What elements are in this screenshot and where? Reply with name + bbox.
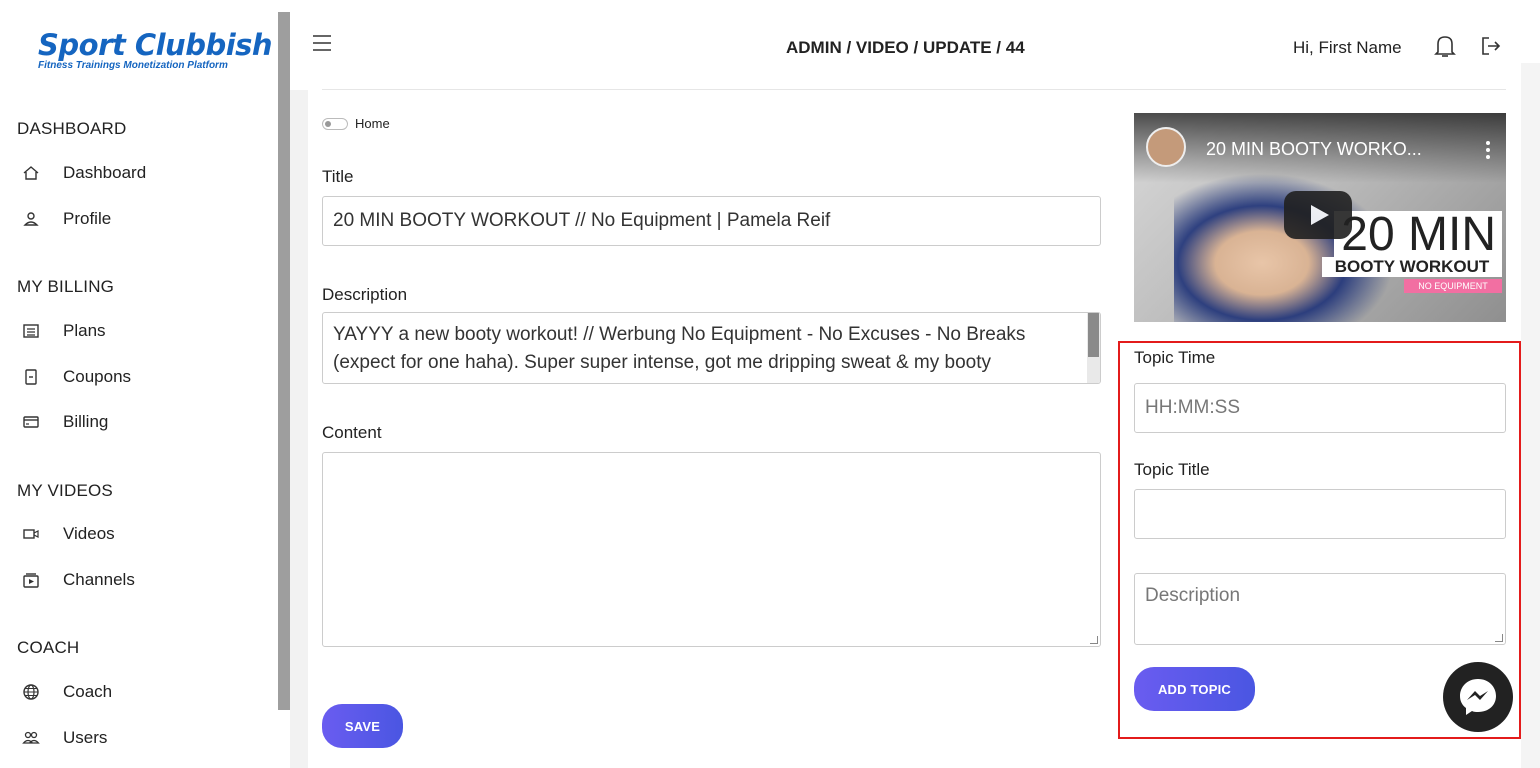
page-scrollbar[interactable] [1521, 63, 1540, 768]
home-toggle-label: Home [355, 116, 390, 131]
globe-icon [23, 684, 39, 700]
bell-icon[interactable] [1434, 33, 1456, 59]
section-billing: MY BILLING [17, 277, 115, 296]
logout-icon[interactable] [1480, 35, 1502, 57]
title-input[interactable]: 20 MIN BOOTY WORKOUT // No Equipment | P… [322, 196, 1101, 246]
video-player[interactable]: 20 MIN BOOTY WORKO... 20 MIN BOOTY WORKO… [1134, 113, 1506, 322]
description-scrollbar[interactable] [1087, 313, 1100, 383]
sidebar-item-channels[interactable]: Channels [22, 570, 135, 590]
breadcrumb: ADMIN / VIDEO / UPDATE / 44 [786, 38, 1025, 57]
section-coach: COACH [17, 638, 80, 657]
messenger-icon [1460, 679, 1496, 715]
home-toggle[interactable] [322, 118, 348, 130]
resize-handle[interactable] [1090, 636, 1098, 644]
title-label: Title [322, 167, 354, 186]
content-label: Content [322, 423, 382, 442]
resize-handle[interactable] [1495, 634, 1503, 642]
topic-time-placeholder: HH:MM:SS [1145, 397, 1240, 418]
video-overlay-tag: NO EQUIPMENT [1404, 279, 1502, 293]
messenger-chat-button[interactable] [1443, 662, 1513, 732]
section-dashboard: DASHBOARD [17, 119, 127, 138]
video-title[interactable]: 20 MIN BOOTY WORKO... [1206, 139, 1422, 160]
sidebar-item-label: Plans [63, 321, 106, 340]
card-icon [23, 416, 39, 428]
sidebar-item-coupons[interactable]: Coupons [22, 367, 131, 387]
home-icon [23, 166, 39, 180]
sidebar-item-users[interactable]: Users [22, 728, 107, 748]
play-button-icon[interactable] [1284, 191, 1352, 239]
content-textarea[interactable] [322, 452, 1101, 647]
sidebar-item-videos[interactable]: Videos [22, 524, 115, 544]
sidebar-item-billing[interactable]: Billing [22, 412, 108, 432]
coupon-icon [25, 369, 37, 385]
video-overlay-big: 20 MIN [1334, 211, 1502, 259]
sidebar: Sport Clubbish Fitness Trainings Monetiz… [0, 0, 290, 768]
description-textarea[interactable]: YAYYY a new booty workout! // Werbung No… [322, 312, 1101, 384]
menu-icon[interactable] [312, 34, 332, 52]
sidebar-item-dashboard[interactable]: Dashboard [22, 163, 146, 183]
topic-description-placeholder: Description [1145, 585, 1241, 606]
sidebar-item-label: Profile [63, 209, 112, 228]
description-label: Description [322, 285, 408, 304]
video-icon [23, 529, 39, 539]
save-button[interactable]: SAVE [322, 704, 403, 748]
topic-time-label: Topic Time [1134, 348, 1216, 367]
sidebar-item-profile[interactable]: Profile [22, 209, 111, 229]
topic-title-input[interactable] [1134, 489, 1506, 539]
sidebar-item-label: Videos [63, 524, 115, 543]
channel-avatar[interactable] [1146, 127, 1186, 167]
sidebar-item-coach[interactable]: Coach [22, 682, 112, 702]
description-text: YAYYY a new booty workout! // Werbung No… [333, 324, 1026, 373]
users-icon [22, 731, 40, 744]
topic-description-textarea[interactable]: Description [1134, 573, 1506, 645]
user-icon [23, 212, 39, 226]
sidebar-item-label: Coach [63, 682, 113, 701]
brand-logo[interactable]: Sport Clubbish Fitness Trainings Monetiz… [38, 28, 288, 94]
content-gutter [290, 90, 308, 768]
section-videos: MY VIDEOS [17, 481, 113, 500]
channel-icon [23, 573, 39, 588]
sidebar-item-plans[interactable]: Plans [22, 321, 106, 341]
brand-name: Sport Clubbish [38, 28, 273, 62]
add-topic-button[interactable]: ADD TOPIC [1134, 667, 1255, 711]
description-scroll-thumb[interactable] [1088, 313, 1099, 357]
sidebar-item-label: Billing [63, 412, 109, 431]
sidebar-item-label: Channels [63, 570, 135, 589]
sidebar-item-label: Dashboard [63, 163, 147, 182]
video-overlay-sub: BOOTY WORKOUT [1322, 257, 1502, 277]
user-greeting[interactable]: Hi, First Name [1293, 38, 1402, 58]
sidebar-scrollbar[interactable] [278, 12, 290, 710]
topic-title-label: Topic Title [1134, 460, 1210, 479]
list-icon [23, 324, 39, 338]
topic-time-input[interactable]: HH:MM:SS [1134, 383, 1506, 433]
sidebar-item-label: Coupons [63, 367, 132, 386]
more-options-icon[interactable] [1486, 141, 1490, 159]
header-divider [322, 89, 1506, 90]
sidebar-item-label: Users [63, 728, 108, 747]
